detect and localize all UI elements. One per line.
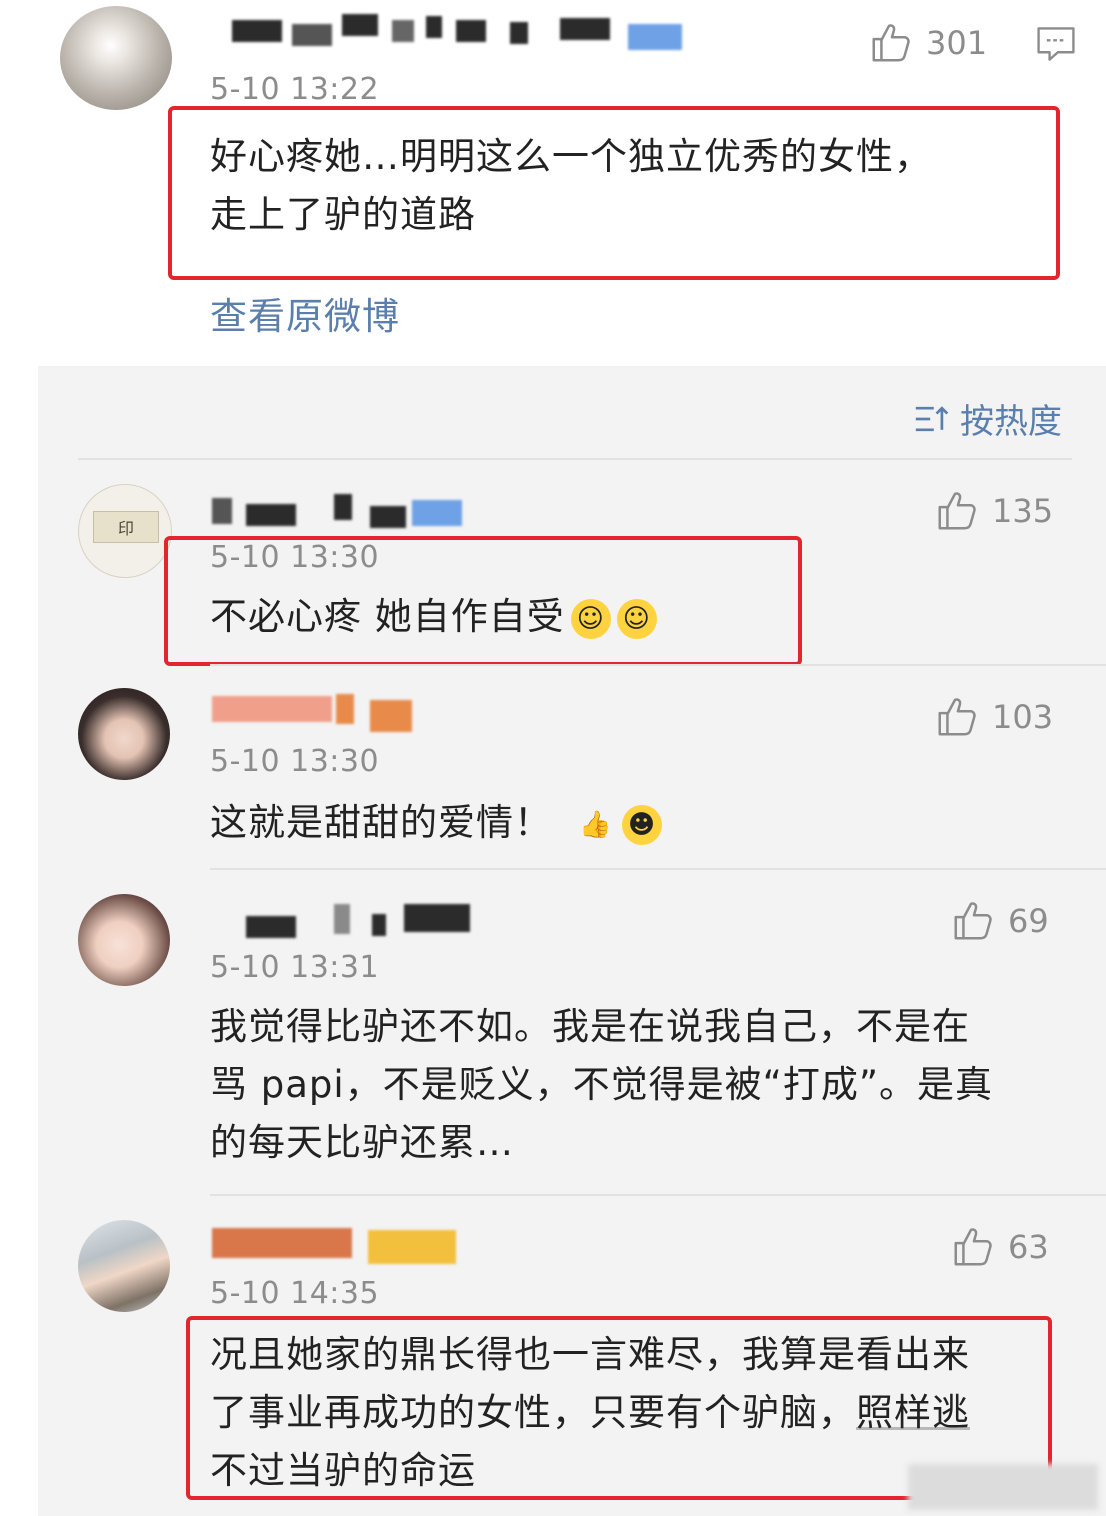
- main-post-timestamp: 5-10 13:22: [210, 72, 380, 107]
- sort-by-hot-button[interactable]: 按热度: [914, 394, 1062, 443]
- thumbs-up-icon: [954, 1228, 992, 1266]
- reply-2-timestamp: 5-10 13:30: [210, 744, 380, 779]
- sort-label: 按热度: [960, 402, 1062, 442]
- doge-emoji-icon: ☻: [622, 804, 662, 845]
- reply-4-timestamp: 5-10 14:35: [210, 1276, 380, 1311]
- main-post-like-count: 301: [926, 24, 988, 62]
- reply-3-avatar[interactable]: [78, 894, 170, 986]
- reply-1-like-count: 135: [992, 492, 1054, 530]
- main-post-avatar[interactable]: [60, 6, 172, 110]
- highlight-box-main: [168, 106, 1060, 280]
- reply-4-like-count: 63: [1008, 1228, 1049, 1266]
- reply-2-like-count: 103: [992, 698, 1054, 736]
- highlight-box-reply-1: [164, 536, 802, 666]
- reply-4-like-button[interactable]: 63: [950, 1224, 1049, 1270]
- reply-divider: [210, 1194, 1106, 1196]
- reply-2-avatar[interactable]: [78, 688, 170, 780]
- reply-2-text: 这就是甜甜的爱情！ 👍 ☻: [210, 794, 662, 852]
- header-divider: [78, 458, 1072, 460]
- reply-3-text: 我觉得比驴还不如。我是在说我自己，不是在 骂 papi，不是贬义，不觉得是被“打…: [210, 1005, 994, 1164]
- reply-1-avatar[interactable]: 印: [78, 484, 172, 578]
- thumbs-up-icon: [872, 24, 910, 62]
- reply-3-timestamp: 5-10 13:31: [210, 950, 380, 985]
- comment-icon[interactable]: [1034, 22, 1078, 66]
- thumbs-up-emoji-icon: 👍: [579, 809, 613, 840]
- thumbs-up-icon: [938, 698, 976, 736]
- reply-divider: [210, 664, 1106, 666]
- reply-divider: [210, 868, 1106, 870]
- view-original-link[interactable]: 查看原微博: [210, 286, 400, 340]
- reply-3-like-button[interactable]: 69: [950, 898, 1049, 944]
- reply-4-avatar[interactable]: [78, 1220, 170, 1312]
- reply-2-like-button[interactable]: 103: [934, 694, 1053, 740]
- thumbs-up-icon: [954, 902, 992, 940]
- reply-3-like-count: 69: [1008, 902, 1049, 940]
- sort-icon: [915, 405, 949, 431]
- reply-1-like-button[interactable]: 135: [934, 488, 1053, 534]
- thumbs-up-icon: [938, 492, 976, 530]
- watermark: [908, 1464, 1098, 1510]
- main-post-like-button[interactable]: 301: [868, 20, 987, 66]
